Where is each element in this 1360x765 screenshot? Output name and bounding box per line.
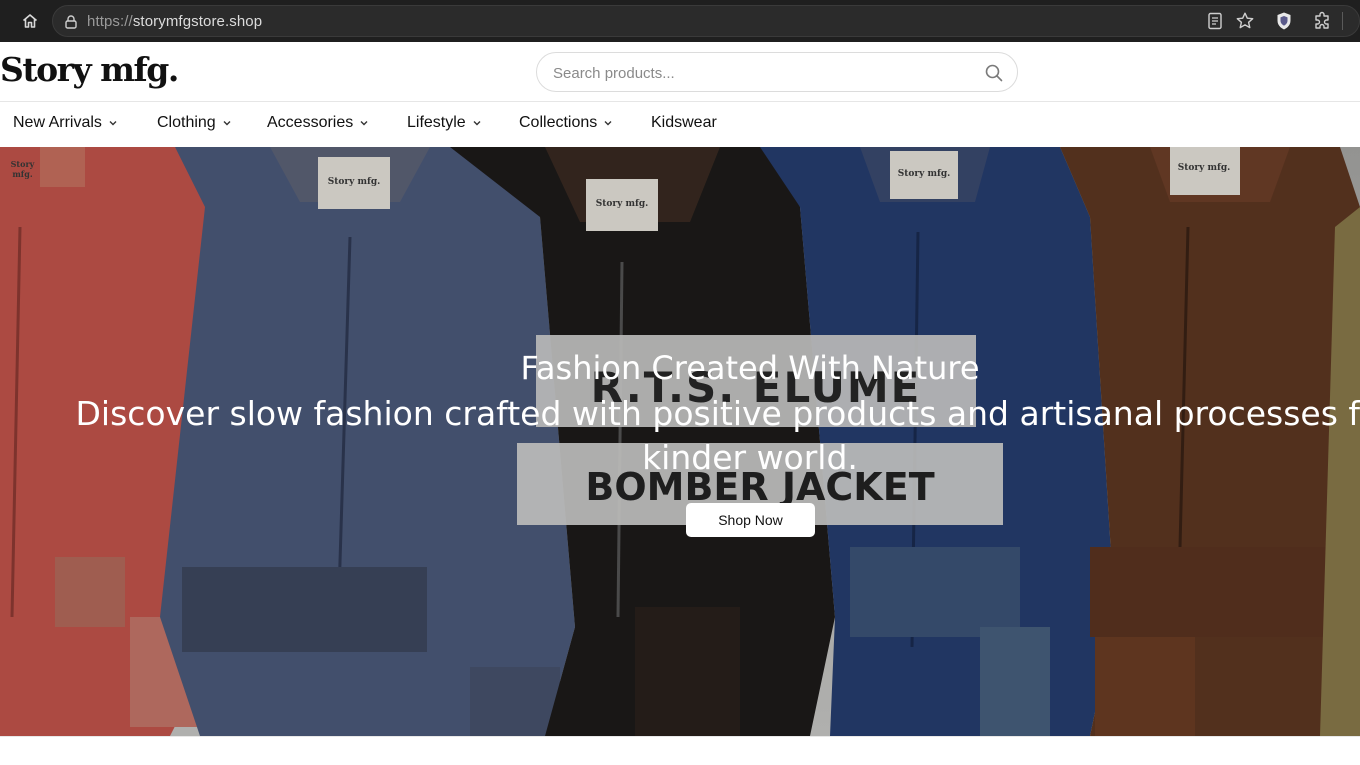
search-icon[interactable] <box>983 62 1005 84</box>
site-header: Story mfg. <box>0 42 1360 102</box>
hero-subtitle-line-1: Discover slow fashion crafted with posit… <box>75 394 1360 433</box>
browser-toolbar: https://storymfgstore.shop <box>0 0 1360 42</box>
chevron-down-icon <box>359 118 369 128</box>
chevron-down-icon <box>222 118 232 128</box>
url-text[interactable]: https://storymfgstore.shop <box>87 13 262 30</box>
bookmark-star-icon[interactable] <box>1235 11 1255 31</box>
site-logo[interactable]: Story mfg. <box>0 50 179 89</box>
shop-now-button[interactable]: Shop Now <box>686 503 815 537</box>
chevron-down-icon <box>472 118 482 128</box>
chevron-down-icon <box>108 118 118 128</box>
shield-extension-icon[interactable] <box>1274 11 1294 31</box>
hero-subtitle-line-2: kinder world. <box>642 438 858 477</box>
nav-item-lifestyle[interactable]: Lifestyle <box>407 114 482 132</box>
nav-item-label: New Arrivals <box>13 114 102 131</box>
address-bar[interactable]: https://storymfgstore.shop <box>52 5 1360 37</box>
chevron-down-icon <box>603 118 613 128</box>
search-input[interactable] <box>553 62 973 84</box>
reader-mode-icon[interactable] <box>1205 11 1225 31</box>
nav-item-label: Collections <box>519 114 598 131</box>
nav-item-label: Kidswear <box>651 114 717 131</box>
nav-item-collections[interactable]: Collections <box>519 114 613 132</box>
site-info-icon[interactable] <box>63 14 79 30</box>
nav-item-label: Clothing <box>157 114 216 131</box>
nav-item-accessories[interactable]: Accessories <box>267 114 369 132</box>
hero-text-container: Fashion Created With Nature Discover slo… <box>0 147 1360 736</box>
nav-item-label: Lifestyle <box>407 114 466 131</box>
nav-item-kidswear[interactable]: Kidswear <box>651 114 717 132</box>
toolbar-separator <box>1342 12 1343 30</box>
nav-item-new-arrivals[interactable]: New Arrivals <box>13 114 118 132</box>
hero-banner: R.T.S. ELUME BOMBER JACKET Story mfg. St… <box>0 147 1360 736</box>
extensions-puzzle-icon[interactable] <box>1313 11 1333 31</box>
search-box <box>536 52 1018 92</box>
hero-title: Fashion Created With Nature <box>520 349 980 387</box>
main-nav: New Arrivals Clothing Accessories Lifest… <box>0 103 1360 147</box>
below-hero-section <box>0 736 1360 765</box>
home-icon[interactable] <box>18 9 42 33</box>
hero-subtitle: Discover slow fashion crafted with posit… <box>0 392 1360 480</box>
nav-item-label: Accessories <box>267 114 354 131</box>
nav-item-clothing[interactable]: Clothing <box>157 114 232 132</box>
